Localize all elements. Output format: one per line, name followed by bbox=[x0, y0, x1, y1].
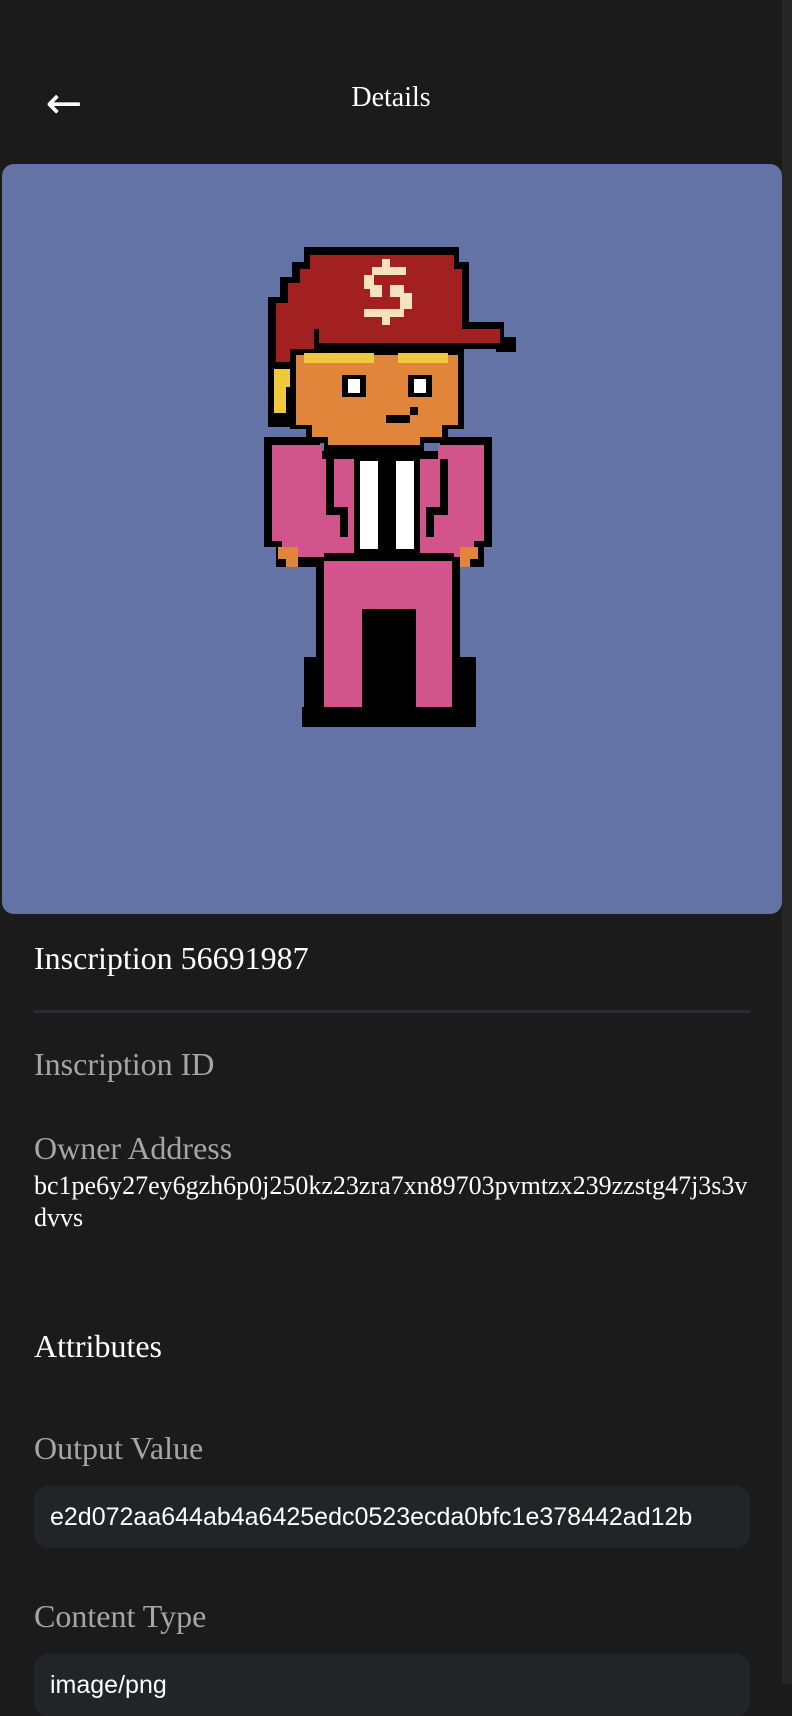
scrollbar-edge[interactable] bbox=[782, 0, 792, 1684]
content-type-field: image/png bbox=[34, 1654, 750, 1716]
content-type-label: Content Type bbox=[34, 1598, 207, 1634]
divider bbox=[34, 1010, 750, 1013]
header: ← Details bbox=[0, 0, 782, 160]
pixel-character-illustration bbox=[264, 247, 516, 727]
inscription-title: Inscription 56691987 bbox=[34, 940, 309, 976]
inscription-image bbox=[2, 164, 782, 914]
owner-address-value: bc1pe6y27ey6gzh6p0j250kz23zra7xn89703pvm… bbox=[34, 1171, 748, 1232]
owner-address-label: Owner Address bbox=[34, 1130, 233, 1166]
attributes-heading: Attributes bbox=[34, 1328, 162, 1364]
page-title: Details bbox=[351, 82, 431, 113]
output-value-field: e2d072aa644ab4a6425edc0523ecda0bfc1e3784… bbox=[34, 1486, 750, 1548]
output-value-label: Output Value bbox=[34, 1430, 204, 1466]
inscription-id-label: Inscription ID bbox=[34, 1046, 215, 1082]
